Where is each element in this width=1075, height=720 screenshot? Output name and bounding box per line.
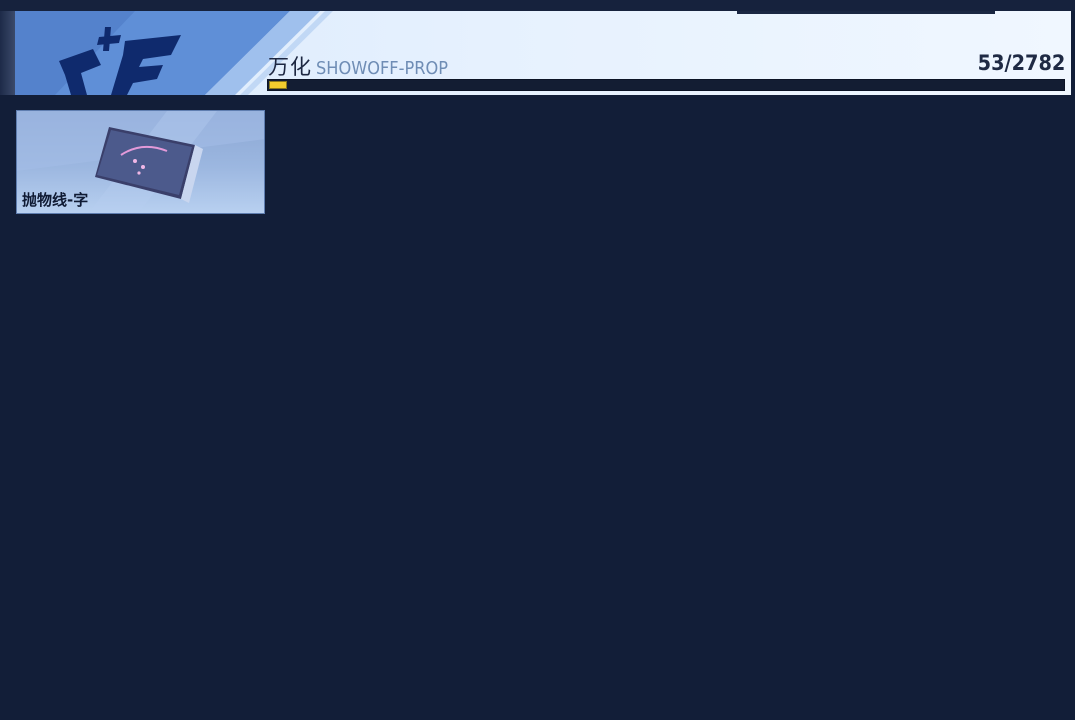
qf-logo-icon: [59, 27, 181, 95]
category-title-en: SHOWOFF-PROP: [316, 58, 449, 79]
category-title-cn: 万化: [268, 55, 312, 79]
collection-progress-fill: [269, 81, 287, 89]
category-title: 万化 SHOWOFF-PROP: [268, 51, 463, 81]
left-edge-tab: [0, 11, 15, 95]
item-card[interactable]: 抛物线-字: [16, 110, 265, 214]
category-banner: 万化 SHOWOFF-PROP 53/2782: [15, 11, 1071, 95]
top-strip: [0, 0, 1075, 11]
top-divider-line: [737, 11, 995, 14]
collection-counter: 53/2782: [977, 51, 1065, 75]
item-card-label: 抛物线-字: [22, 191, 89, 209]
collection-progress-bar: [267, 79, 1065, 91]
